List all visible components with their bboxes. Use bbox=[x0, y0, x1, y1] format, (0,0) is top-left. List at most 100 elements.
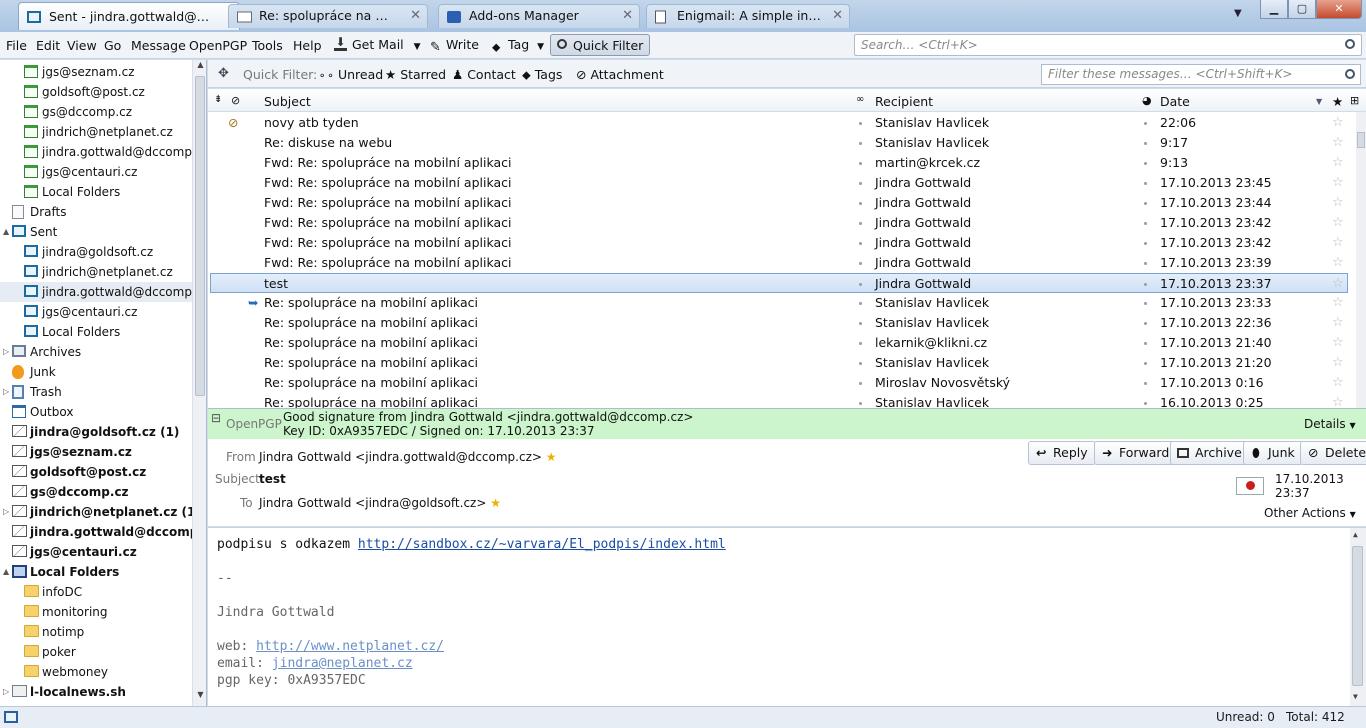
junk-column-icon[interactable]: ◕ bbox=[1142, 94, 1152, 107]
folder-item[interactable]: jgs@seznam.cz bbox=[0, 442, 192, 462]
chevron-down-icon[interactable]: ▼ bbox=[537, 42, 544, 52]
message-row[interactable]: Fwd: Re: spolupráce na mobilní aplikaci m… bbox=[208, 153, 1348, 173]
write-button[interactable]: ✎ Write bbox=[424, 34, 485, 56]
star-icon[interactable]: ☆ bbox=[1332, 193, 1344, 213]
search-icon[interactable] bbox=[1345, 39, 1355, 49]
delete-button[interactable]: ⊘ Delete bbox=[1300, 441, 1366, 465]
star-icon[interactable]: ☆ bbox=[1332, 253, 1344, 273]
folder-item[interactable]: goldsoft@post.cz bbox=[0, 82, 192, 102]
close-icon[interactable]: ✕ bbox=[410, 5, 421, 27]
tab-message[interactable]: Re: spolupráce na mobilní aplikaci ✕ bbox=[228, 4, 428, 28]
expand-twisty-icon[interactable]: ▷ bbox=[3, 682, 9, 702]
message-row[interactable]: Re: diskuse na webu Stanislav Havlicek 9:1… bbox=[208, 133, 1348, 153]
junk-status-icon[interactable] bbox=[1144, 202, 1147, 205]
other-actions-button[interactable]: Other Actions ▼ bbox=[1264, 506, 1356, 520]
message-row[interactable]: Fwd: Re: spolupráce na mobilní aplikaci J… bbox=[208, 213, 1348, 233]
maximize-button[interactable]: ▢ bbox=[1288, 0, 1316, 19]
read-status-icon[interactable] bbox=[859, 142, 862, 145]
star-icon[interactable]: ☆ bbox=[1332, 313, 1344, 333]
junk-status-icon[interactable] bbox=[1144, 382, 1147, 385]
junk-status-icon[interactable] bbox=[1144, 122, 1147, 125]
get-mail-button[interactable]: ⬇ Get Mail ▼ bbox=[328, 34, 427, 56]
folder-item[interactable]: jindra.gottwald@dccomp.cz bbox=[0, 142, 206, 162]
menu-edit[interactable]: Edit bbox=[36, 38, 60, 53]
pin-icon[interactable]: ✥ bbox=[218, 66, 229, 81]
folder-item[interactable]: jgs@centauri.cz bbox=[0, 302, 192, 322]
menu-message[interactable]: Message bbox=[131, 38, 186, 53]
activity-icon[interactable] bbox=[4, 711, 18, 723]
collapse-icon[interactable]: ⊟ bbox=[211, 411, 221, 425]
folder-item[interactable]: ▲ Sent bbox=[0, 222, 192, 242]
folder-item[interactable]: notimp bbox=[0, 622, 192, 642]
folder-item[interactable]: Local Folders bbox=[0, 322, 192, 342]
forward-button[interactable]: ➜ Forward bbox=[1094, 441, 1178, 465]
tab-addons[interactable]: Add-ons Manager ✕ bbox=[438, 4, 640, 28]
web-link[interactable]: http://www.netplanet.cz/ bbox=[256, 639, 444, 654]
folder-item[interactable]: jgs@centauri.cz bbox=[0, 162, 192, 182]
junk-status-icon[interactable] bbox=[1144, 322, 1147, 325]
message-row[interactable]: Re: spolupráce na mobilní aplikaci Stanis… bbox=[208, 353, 1348, 373]
junk-button[interactable]: ⬮ Junk bbox=[1243, 441, 1303, 465]
filter-contact-button[interactable]: ♟ Contact bbox=[452, 67, 516, 82]
tab-sent[interactable]: Sent - jindra.gottwald@dccomp.cz bbox=[18, 2, 240, 30]
read-status-icon[interactable] bbox=[859, 242, 862, 245]
folder-item[interactable]: gs@dccomp.cz bbox=[0, 102, 192, 122]
folder-item[interactable]: jgs@centauri.cz bbox=[0, 542, 192, 562]
star-icon[interactable]: ☆ bbox=[1332, 293, 1344, 313]
folder-item[interactable]: Drafts bbox=[0, 202, 192, 222]
junk-status-icon[interactable] bbox=[1144, 283, 1147, 286]
star-icon[interactable]: ★ bbox=[490, 496, 501, 510]
read-status-icon[interactable] bbox=[859, 162, 862, 165]
junk-status-icon[interactable] bbox=[1144, 182, 1147, 185]
read-status-icon[interactable] bbox=[859, 122, 862, 125]
read-status-icon[interactable] bbox=[859, 402, 862, 405]
junk-status-icon[interactable] bbox=[1144, 142, 1147, 145]
menu-file[interactable]: File bbox=[6, 38, 27, 53]
read-status-icon[interactable] bbox=[859, 182, 862, 185]
star-column-icon[interactable]: ★ bbox=[1332, 94, 1343, 109]
star-icon[interactable]: ★ bbox=[546, 450, 557, 464]
menu-view[interactable]: View bbox=[67, 38, 97, 53]
menu-go[interactable]: Go bbox=[104, 38, 121, 53]
column-subject[interactable]: Subject bbox=[264, 94, 311, 109]
folder-item[interactable]: ▲ Local Folders bbox=[0, 562, 192, 582]
menu-help[interactable]: Help bbox=[293, 38, 322, 53]
message-row[interactable]: Fwd: Re: spolupráce na mobilní aplikaci J… bbox=[208, 253, 1348, 273]
folder-item[interactable]: Local Folders bbox=[0, 182, 192, 202]
read-status-icon[interactable] bbox=[859, 382, 862, 385]
star-icon[interactable]: ☆ bbox=[1332, 233, 1344, 253]
message-row[interactable]: test Jindra Gottwald 17.10.2013 23:37 ☆ bbox=[210, 273, 1348, 293]
folder-item[interactable]: ▷ l-localnews.sh bbox=[0, 682, 192, 702]
read-status-icon[interactable] bbox=[859, 202, 862, 205]
menu-openpgp[interactable]: OpenPGP bbox=[189, 38, 247, 53]
column-recipient[interactable]: Recipient bbox=[875, 94, 933, 109]
message-row[interactable]: ⊘ novy atb tyden Stanislav Havlicek 22:06 ☆ bbox=[208, 113, 1348, 133]
junk-status-icon[interactable] bbox=[1144, 362, 1147, 365]
menu-tools[interactable]: Tools bbox=[252, 38, 283, 53]
folder-item[interactable]: ▷ Archives bbox=[0, 342, 192, 362]
folder-item[interactable]: jindra.gottwald@dccomp.cz bbox=[0, 522, 206, 542]
junk-status-icon[interactable] bbox=[1144, 342, 1147, 345]
attachment-column-icon[interactable]: ⊘ bbox=[231, 94, 240, 107]
star-icon[interactable]: ☆ bbox=[1332, 353, 1344, 373]
message-row[interactable]: Re: spolupráce na mobilní aplikaci lekarn… bbox=[208, 333, 1348, 353]
thread-column-icon[interactable]: ⇟ bbox=[214, 94, 222, 105]
folder-item[interactable]: jindrich@netplanet.cz bbox=[0, 262, 192, 282]
read-status-icon[interactable] bbox=[859, 283, 862, 286]
folder-item[interactable]: monitoring bbox=[0, 602, 192, 622]
folder-item[interactable]: jgs@seznam.cz bbox=[0, 62, 192, 82]
quick-filter-button[interactable]: Quick Filter bbox=[550, 34, 651, 56]
tag-button[interactable]: ⬥ Tag ▼ bbox=[486, 34, 550, 56]
read-status-icon[interactable] bbox=[859, 302, 862, 305]
junk-status-icon[interactable] bbox=[1144, 162, 1147, 165]
folder-item[interactable]: jindra@goldsoft.cz (1) bbox=[0, 422, 192, 442]
archive-button[interactable]: Archive bbox=[1170, 441, 1250, 465]
junk-status-icon[interactable] bbox=[1144, 222, 1147, 225]
column-date[interactable]: Date bbox=[1160, 94, 1190, 109]
column-picker-icon[interactable]: ⊞ bbox=[1350, 94, 1359, 107]
tab-list-dropdown-icon[interactable]: ▼ bbox=[1234, 8, 1242, 19]
message-row[interactable]: Re: spolupráce na mobilní aplikaci Stanis… bbox=[208, 393, 1348, 408]
message-row[interactable]: Fwd: Re: spolupráce na mobilní aplikaci J… bbox=[208, 173, 1348, 193]
folder-scrollbar[interactable]: ▲ ▼ bbox=[192, 60, 206, 706]
read-status-icon[interactable] bbox=[859, 262, 862, 265]
